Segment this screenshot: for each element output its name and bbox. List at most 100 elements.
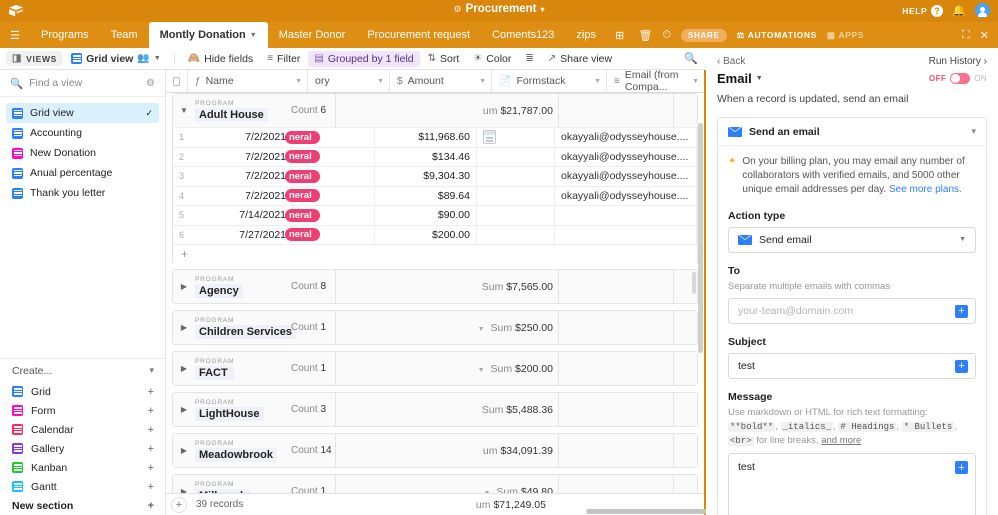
tab-programs[interactable]: Programs: [30, 22, 100, 48]
cell-formstack[interactable]: [477, 128, 555, 147]
chevron-down-icon[interactable]: ▼: [295, 78, 302, 85]
chevron-down-icon[interactable]: ▾: [971, 126, 976, 137]
cell-amount[interactable]: $89.64: [375, 186, 477, 205]
cell-amount[interactable]: $200.00: [375, 225, 477, 244]
subject-field[interactable]: test +: [728, 353, 976, 380]
cell-category[interactable]: neral: [285, 225, 375, 244]
plus-icon[interactable]: +: [148, 500, 154, 512]
run-history-button[interactable]: Run History ›: [929, 56, 987, 67]
see-more-plans-link[interactable]: See more plans.: [889, 184, 962, 195]
expand-icon[interactable]: ▶: [173, 323, 195, 332]
cell-formstack[interactable]: [477, 186, 555, 205]
row-height-button[interactable]: ≣: [519, 51, 539, 66]
chevron-down-icon[interactable]: ▼: [478, 367, 485, 374]
cell-category[interactable]: neral: [285, 206, 375, 225]
create-form[interactable]: Form +: [0, 401, 166, 420]
create-gallery[interactable]: Gallery +: [0, 439, 166, 458]
tab-zips[interactable]: zips: [565, 22, 607, 48]
filter-button[interactable]: ≡ Filter: [261, 51, 306, 67]
cell-amount[interactable]: $90.00: [375, 206, 477, 225]
cell-name[interactable]: 7/27/2021: [195, 225, 293, 244]
search-input[interactable]: Find a view: [29, 77, 82, 89]
chevron-down-icon[interactable]: ▾: [149, 365, 154, 376]
sidebar-item-grid-view[interactable]: Grid view ✓: [6, 103, 159, 123]
plus-square-icon[interactable]: ⊞: [607, 22, 632, 48]
group-sum[interactable]: ▼ Sum $200.00: [373, 363, 559, 375]
cell-email[interactable]: okayyali@odysseyhouse....: [555, 128, 697, 147]
table-row[interactable]: 5 7/14/2021 neral $90.00: [173, 205, 697, 225]
column-header-email[interactable]: ≡ Email (from Compa... ▼: [607, 70, 704, 93]
base-title[interactable]: ⚙ Procurement ▾: [453, 3, 544, 15]
search-icon[interactable]: 🔍: [684, 52, 698, 65]
tab-procurement-request[interactable]: Procurement request: [356, 22, 481, 48]
cell-email[interactable]: [555, 206, 697, 225]
group-sum[interactable]: um $34,091.39: [373, 445, 559, 457]
trash-icon[interactable]: 🗑: [638, 29, 652, 42]
card-header[interactable]: Send an email ▾: [718, 118, 986, 146]
table-row[interactable]: 3 7/2/2021 neral $9,304.30 okayyali@odys…: [173, 166, 697, 186]
create-header[interactable]: Create... ▾: [0, 358, 166, 382]
group-sum[interactable]: um $21,787.00: [373, 105, 559, 117]
tab-team[interactable]: Team: [100, 22, 149, 48]
group-header[interactable]: ▶ PROGRAM LightHouse Count 3 Sum $5,488.…: [173, 393, 697, 426]
select-all-checkbox[interactable]: [166, 70, 188, 92]
cell-formstack[interactable]: [477, 206, 555, 225]
group-button[interactable]: ▤ Grouped by 1 field: [308, 50, 420, 67]
sidebar-item-anual-percentage[interactable]: Anual percentage: [6, 163, 159, 183]
cell-category[interactable]: neral: [285, 128, 375, 147]
add-record-button[interactable]: +: [171, 496, 187, 513]
share-button[interactable]: SHARE: [681, 28, 727, 42]
group-header[interactable]: ▼ PROGRAM Adult House Count 6 um $21,787…: [173, 94, 697, 127]
group-sum[interactable]: ▼ Sum $49.80: [373, 486, 559, 494]
table-row[interactable]: 2 7/2/2021 neral $134.46 okayyali@odysse…: [173, 146, 697, 166]
expand-icon[interactable]: ▶: [173, 282, 195, 291]
column-header-category[interactable]: ory ▼: [308, 70, 390, 92]
cell-name[interactable]: 7/2/2021: [195, 128, 293, 147]
sidebar-item-new-donation[interactable]: New Donation: [6, 143, 159, 163]
cell-category[interactable]: neral: [285, 147, 375, 166]
create-grid[interactable]: Grid +: [0, 382, 166, 401]
automations-button[interactable]: ⚖ AUTOMATIONS: [737, 30, 817, 41]
panel-resize-handle[interactable]: [692, 272, 696, 294]
automation-toggle[interactable]: OFF ON: [929, 73, 987, 84]
expand-icon[interactable]: ⛶: [962, 29, 970, 42]
table-row[interactable]: 4 7/2/2021 neral $89.64 okayyali@odyssey…: [173, 185, 697, 205]
chevron-down-icon[interactable]: ▼: [594, 78, 601, 85]
hide-fields-button[interactable]: 🙈 Hide fields: [182, 51, 259, 67]
message-field[interactable]: test +: [728, 453, 976, 515]
insert-token-icon[interactable]: +: [955, 359, 968, 373]
sidebar-item-accounting[interactable]: Accounting: [6, 123, 159, 143]
cell-name[interactable]: 7/2/2021: [195, 147, 293, 166]
hamburger-menu-icon[interactable]: ☰: [0, 22, 30, 48]
bell-icon[interactable]: 🔔: [952, 4, 966, 17]
group-header[interactable]: ▶ PROGRAM Meadowbrook Count 14 um $34,09…: [173, 434, 697, 467]
cell-amount[interactable]: $11,968.60: [375, 128, 477, 147]
chevron-down-icon[interactable]: ▼: [692, 78, 699, 85]
group-sum[interactable]: Sum $7,565.00: [373, 281, 559, 293]
sort-button[interactable]: ⇅ Sort: [422, 51, 466, 67]
tab-coments123[interactable]: Coments123: [481, 22, 565, 48]
and-more-link[interactable]: and more: [821, 435, 861, 446]
cell-email[interactable]: [555, 225, 697, 244]
chevron-down-icon[interactable]: ▼: [154, 55, 161, 62]
create-gantt[interactable]: Gantt +: [0, 477, 166, 496]
current-view-button[interactable]: Grid view 👥 ▼: [65, 51, 167, 67]
group-header[interactable]: ▶ PROGRAM Children Services Count 1 ▼ Su…: [173, 311, 697, 344]
cell-formstack[interactable]: [477, 147, 555, 166]
chevron-down-icon[interactable]: ▼: [479, 78, 486, 85]
share-view-button[interactable]: ↗ Share view: [542, 51, 618, 67]
chevron-down-icon[interactable]: ▼: [756, 75, 763, 82]
cell-category[interactable]: neral: [285, 186, 375, 205]
gear-icon[interactable]: ⚙: [146, 78, 155, 89]
table-row[interactable]: 1 7/2/2021 neral $11,968.60 okayyali@ody…: [173, 127, 697, 147]
cell-name[interactable]: 7/2/2021: [195, 186, 293, 205]
create-calendar[interactable]: Calendar +: [0, 420, 166, 439]
plus-icon[interactable]: +: [148, 424, 154, 436]
tab-master-donor[interactable]: Master Donor: [268, 22, 357, 48]
panel-title[interactable]: Email ▼: [717, 71, 763, 86]
history-icon[interactable]: ⏱: [662, 29, 671, 42]
plus-icon[interactable]: +: [148, 481, 154, 493]
chevron-down-icon[interactable]: ▼: [959, 236, 966, 243]
vertical-scrollbar[interactable]: [698, 123, 703, 353]
help-button[interactable]: HELP ?: [902, 4, 944, 17]
